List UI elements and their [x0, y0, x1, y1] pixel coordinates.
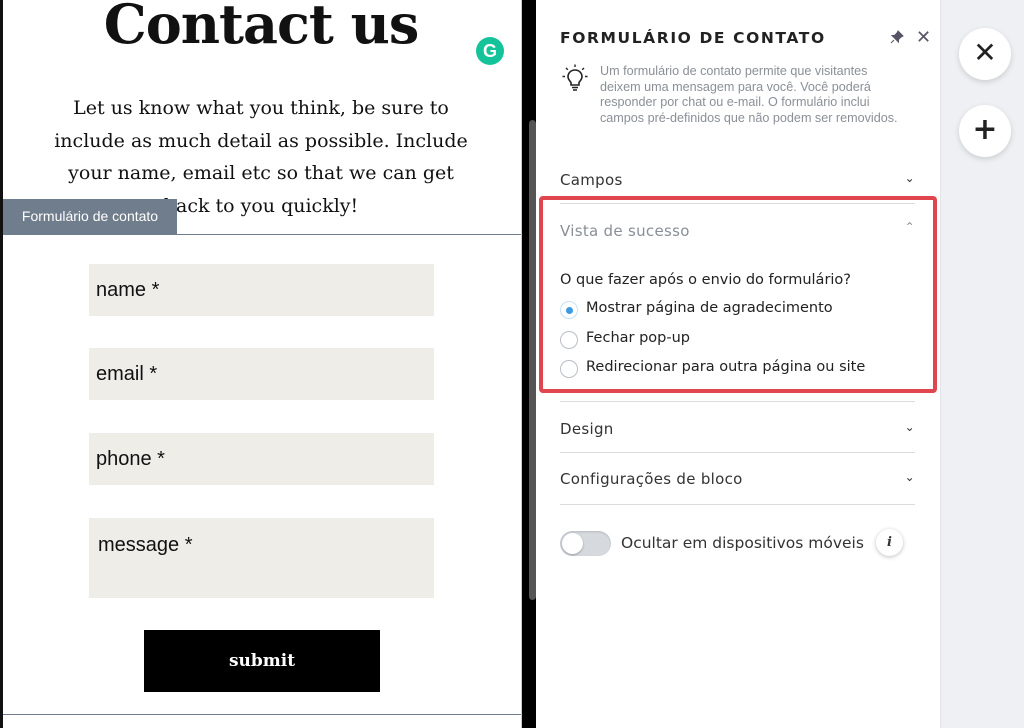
page-title: Contact us	[103, 0, 419, 56]
panel-description: Um formulário de contato permite que vis…	[600, 64, 898, 125]
block-tag[interactable]: Formulário de contato	[3, 199, 177, 234]
section-design[interactable]: Design ⌄	[560, 420, 915, 438]
editor-screen: Contact us G Let us know what you think,…	[0, 0, 1024, 728]
info-icon[interactable]: i	[876, 529, 903, 556]
add-block-button[interactable]: +	[959, 105, 1011, 157]
message-field[interactable]: message *	[89, 518, 434, 598]
close-icon[interactable]: ✕	[916, 29, 932, 47]
toggle-knob	[562, 533, 583, 554]
divider	[560, 401, 915, 402]
highlight-annotation	[539, 196, 937, 393]
right-rail: ✕ +	[940, 0, 1024, 728]
panel-title: FORMULÁRIO DE CONTATO	[560, 29, 826, 47]
phone-field[interactable]: phone *	[89, 433, 434, 485]
name-field[interactable]: name *	[89, 264, 434, 316]
section-config-label: Configurações de bloco	[560, 470, 743, 488]
submit-button[interactable]: submit	[144, 630, 380, 692]
lightbulb-icon	[562, 64, 588, 94]
divider	[560, 452, 915, 453]
section-design-label: Design	[560, 420, 614, 438]
chevron-down-icon: ⌄	[904, 420, 915, 434]
divider	[560, 504, 915, 505]
hide-on-mobile-toggle[interactable]	[560, 531, 611, 556]
section-configuracoes[interactable]: Configurações de bloco ⌄	[560, 470, 915, 488]
chevron-down-icon: ⌄	[904, 171, 915, 185]
section-campos[interactable]: Campos ⌄	[560, 171, 915, 189]
close-editor-button[interactable]: ✕	[959, 28, 1011, 80]
pin-icon[interactable]	[890, 30, 906, 46]
email-field[interactable]: email *	[89, 348, 434, 400]
chevron-down-icon: ⌄	[904, 470, 915, 484]
section-campos-label: Campos	[560, 171, 623, 189]
page-preview: Contact us G Let us know what you think,…	[0, 0, 522, 728]
grammarly-icon[interactable]: G	[476, 37, 504, 65]
hide-on-mobile-label: Ocultar em dispositivos móveis	[621, 534, 864, 552]
preview-scroll-thumb[interactable]	[529, 120, 536, 600]
